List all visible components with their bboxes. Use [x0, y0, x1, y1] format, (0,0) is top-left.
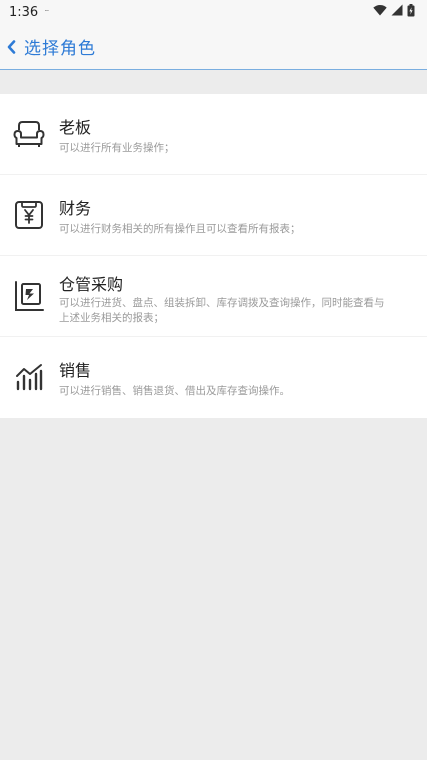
role-desc-finance: 可以进行财务相关的所有操作且可以查看所有报表；: [59, 223, 301, 235]
role-item-warehouse[interactable]: 仓管采购 可以进行进货、盘点、组装拆卸、库存调拨及查询操作，同时能查看与上述业务…: [0, 256, 427, 337]
role-desc-boss: 可以进行所有业务操作；: [59, 142, 175, 154]
role-title-boss: 老板: [59, 118, 92, 137]
signal-icon: [391, 4, 403, 20]
back-button[interactable]: 选择角色: [0, 24, 96, 69]
sofa-icon: [12, 117, 46, 151]
role-desc-warehouse: 可以进行进货、盘点、组装拆卸、库存调拨及查询操作，同时能查看与上述业务相关的报表…: [59, 297, 385, 324]
role-item-finance[interactable]: 财务 可以进行财务相关的所有操作且可以查看所有报表；: [0, 175, 427, 256]
status-left: 1:36 ᐧᐧᐧ: [9, 4, 49, 20]
sales-chart-icon: [12, 360, 46, 394]
status-bar: 1:36 ᐧᐧᐧ: [0, 0, 427, 24]
role-item-boss[interactable]: 老板 可以进行所有业务操作；: [0, 94, 427, 175]
wifi-icon: [373, 4, 387, 20]
status-right: [373, 3, 415, 21]
role-title-warehouse: 仓管采购: [59, 275, 124, 294]
app-header: 选择角色: [0, 24, 427, 70]
role-list: 老板 可以进行所有业务操作； 财务 可以进行财务相关的所有操作且可以查看所有报表…: [0, 94, 427, 418]
chevron-left-icon: [6, 39, 18, 55]
role-title-finance: 财务: [59, 199, 92, 218]
yen-icon: [12, 198, 46, 232]
status-time: 1:36: [9, 4, 39, 20]
role-desc-sales: 可以进行销售、销售退货、借出及库存查询操作。: [59, 385, 290, 397]
warehouse-icon: [12, 279, 46, 313]
notification-icon: ᐧᐧᐧ: [44, 7, 49, 17]
page-title: 选择角色: [24, 39, 96, 59]
role-item-sales[interactable]: 销售 可以进行销售、销售退货、借出及库存查询操作。: [0, 337, 427, 418]
battery-icon: [407, 3, 415, 21]
role-title-sales: 销售: [59, 361, 92, 380]
